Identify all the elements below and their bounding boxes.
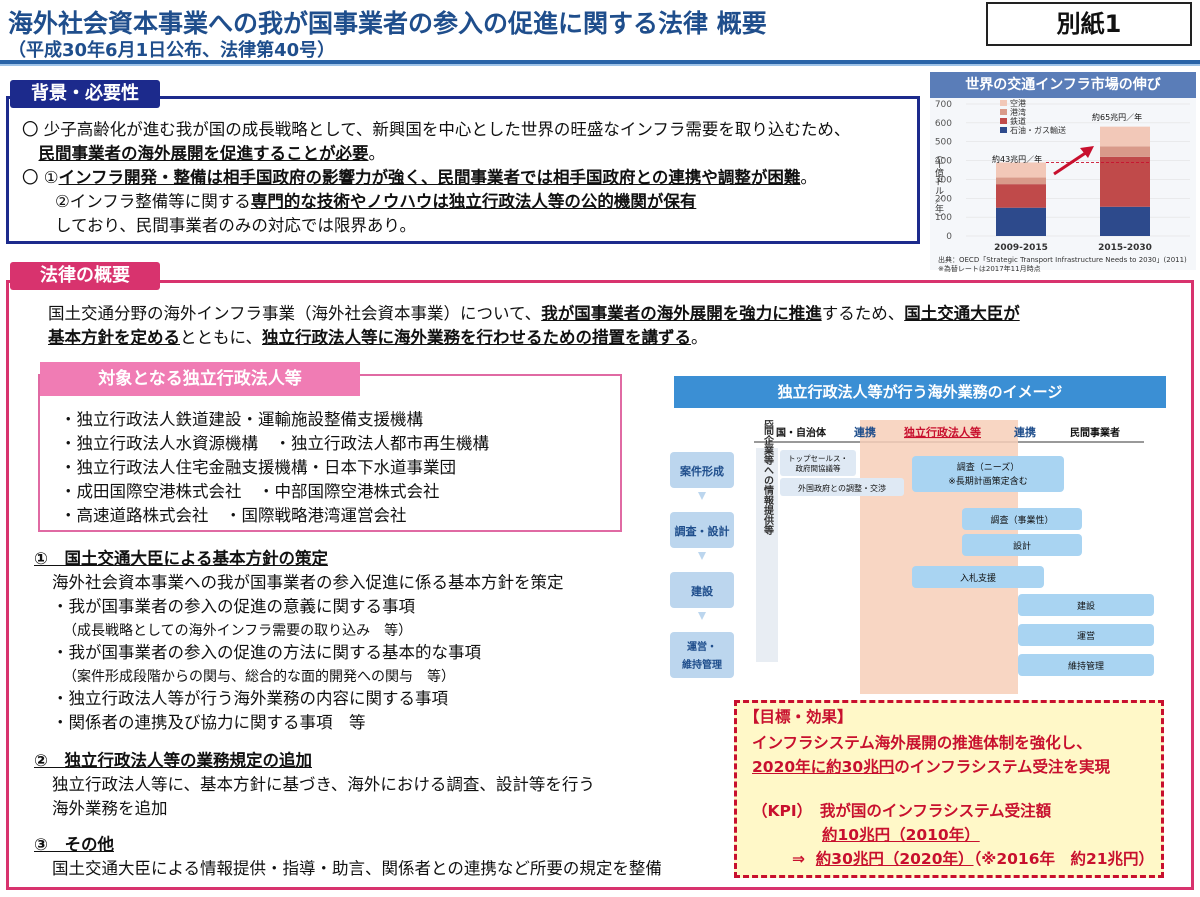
phase-operation: 運営・ 維持管理 (670, 632, 734, 678)
section-2-line: 海外業務を追加 (52, 799, 168, 818)
phase-arrow (698, 552, 706, 560)
section-1-line: ・我が国事業者の参入の促進の方法に関する基本的な事項 (52, 643, 481, 662)
task-maintenance: 維持管理 (1068, 660, 1104, 672)
task-operation: 運営 (1077, 630, 1095, 642)
y-axis-label: （十億ドル／年） (933, 150, 944, 222)
task-top-sales: 政府間協議等 (796, 463, 841, 473)
section-1-heading: ① 国土交通大臣による基本方針の策定 (34, 549, 328, 568)
page-title: 海外社会資本事業への我が国事業者の参入の促進に関する法律 概要 (8, 9, 767, 38)
phase-arrow (698, 612, 706, 620)
bar-segment (996, 177, 1046, 185)
phase-label: 案件形成 (679, 464, 724, 478)
phase-label: 運営・ (687, 640, 717, 653)
task-top-sales: トップセールス・ (788, 454, 848, 463)
bar-segment (1100, 156, 1150, 207)
x-tick-label: 2015-2030 (1098, 243, 1152, 253)
phase-label: 建設 (691, 584, 714, 598)
section-2-line: 独立行政法人等に、基本方針に基づき、海外における調査、設計等を行う (52, 775, 595, 794)
task-biz-survey: 調査（事業性） (990, 514, 1053, 526)
overseas-work-image-title: 独立行政法人等が行う海外業務のイメージ (674, 376, 1166, 408)
col-government: 国・自治体 (776, 426, 827, 439)
target-institutions-label: 対象となる独立行政法人等 (40, 362, 360, 396)
law-intro-line-2: 基本方針を定めるとともに、独立行政法人等に海外業務を行わせるための措置を講ずる。 (48, 328, 708, 347)
target-item: ・独立行政法人水資源機構 ・独立行政法人都市再生機構 (60, 434, 489, 453)
legend-swatch (1000, 100, 1007, 106)
bar-segment (996, 207, 1046, 236)
chart-title: 世界の交通インフラ市場の伸び (930, 72, 1196, 98)
law-intro-line-1: 国土交通分野の海外インフラ事業（海外社会資本事業）について、我が国事業者の海外展… (48, 304, 1020, 323)
section-3-heading: ③ その他 (34, 835, 114, 854)
chart-fx-note: ※為替レートは2017年11月時点 (938, 265, 1041, 273)
background-line-2: 民間事業者の海外展開を促進することが必要。 (38, 144, 386, 163)
col-private: 民間事業者 (1070, 426, 1120, 439)
goal-heading: 【目標・効果】 (744, 708, 853, 726)
legend-swatch (1000, 127, 1007, 133)
task-bid: 入札支援 (960, 572, 996, 584)
phase-construction: 建設 (670, 572, 734, 608)
phase-arrow (698, 492, 706, 500)
task-needs-survey: ※長期計画策定含む (948, 475, 1028, 487)
kpi-2020: ⇒ 約30兆円（2020年）（※2016年 約21兆円） (792, 850, 1155, 868)
target-item: ・独立行政法人鉄道建設・運輸施設整備支援機構 (60, 410, 423, 429)
phase-case-formation: 案件形成 (670, 452, 734, 488)
goal-line-2: 2020年に約30兆円のインフラシステム受注を実現 (752, 758, 1110, 776)
bar-segment (1100, 146, 1150, 157)
legend-label: 鉄道 (1010, 116, 1026, 126)
background-line-1: 〇 少子高齢化が進む我が国の成長戦略として、新興国を中心とした世界の旺盛なインフ… (22, 120, 851, 139)
phase-box (670, 632, 734, 678)
section-1-line: ・独立行政法人等が行う海外業務の内容に関する事項 (52, 689, 448, 708)
goal-line-1: インフラシステム海外展開の推進体制を強化し、 (752, 734, 1092, 752)
page-subtitle: （平成30年6月1日公布、法律第40号） (8, 40, 336, 61)
legend-label: 港湾 (1010, 107, 1026, 117)
background-line-4: ②インフラ整備等に関する専門的な技術やノウハウは独立行政法人等の公的機関が保有 (22, 192, 697, 211)
y-tick-label: 600 (935, 119, 952, 129)
x-tick-label: 2009-2015 (994, 243, 1048, 253)
task-construction: 建設 (1077, 600, 1095, 612)
header-rule-light (0, 64, 1200, 66)
chart-source: 出典：OECD「Strategic Transport Infrastructu… (938, 256, 1187, 264)
bar-segment (1100, 206, 1150, 236)
section-1-note: （案件形成段階からの関与、総合的な面的開発への関与 等） (56, 669, 455, 685)
bar-segment (996, 162, 1046, 178)
phase-label: 調査・設計 (675, 524, 730, 538)
section-1-line: ・関係者の連携及び協力に関する事項 等 (52, 713, 366, 732)
background-line-5: しており、民間事業者のみの対応では限界あり。 (22, 216, 417, 235)
target-item: ・成田国際空港株式会社 ・中部国際空港株式会社 (60, 482, 440, 501)
y-tick-label: 0 (946, 232, 952, 242)
phase-label: 維持管理 (682, 658, 722, 671)
bar-segment (1100, 126, 1150, 147)
background-label: 背景・必要性 (10, 80, 160, 108)
legend-swatch (1000, 118, 1007, 124)
col-link-left: 連携 (854, 425, 876, 439)
task-needs-survey: 調査（ニーズ） (957, 461, 1020, 473)
y-tick-label: 700 (935, 100, 952, 110)
kpi-2010: 約10兆円（2010年） (822, 826, 980, 844)
task-gov-coord: 外国政府との調整・交渉 (798, 483, 886, 493)
annotation-2030: 約65兆円／年 (1092, 112, 1142, 122)
legend-swatch (1000, 109, 1007, 115)
bar-segment (996, 184, 1046, 208)
target-item: ・高速道路株式会社 ・国際戦略港湾運営会社 (60, 506, 407, 525)
section-3-line: 国土交通大臣による情報提供・指導・助言、関係者との連携など所要の規定を整備 (52, 859, 662, 878)
col-link-right: 連携 (1014, 425, 1036, 439)
legend-label: 空港 (1010, 98, 1026, 108)
kpi-label: （KPI） 我が国のインフラシステム受注額 (752, 802, 1052, 820)
annotation-2009: 約43兆円／年 (992, 154, 1042, 164)
law-overview-label: 法律の概要 (10, 262, 160, 290)
market-chart: 0100200300400500600700（十億ドル／年）2009-2015 2… (933, 98, 1190, 253)
overseas-work-diagram: 国・自治体 連携 独立行政法人等 連携 民間事業者 案件形成 調査・設計 建設 … (670, 420, 1154, 694)
target-item: ・独立行政法人住宅金融支援機構・日本下水道事業団 (60, 458, 456, 477)
section-1-line: ・我が国事業者の参入の促進の意義に関する事項 (52, 597, 415, 616)
task-design: 設計 (1013, 540, 1031, 552)
legend-label: 石油・ガス輸送 (1010, 125, 1066, 135)
phase-survey-design: 調査・設計 (670, 512, 734, 548)
y-tick-label: 500 (935, 138, 952, 148)
background-line-3: 〇 ①インフラ開発・整備は相手国政府の影響力が強く、民間事業者では相手国政府との… (22, 168, 817, 187)
attachment-stamp: 別紙1 (986, 2, 1192, 46)
col-institutions: 独立行政法人等 (903, 425, 981, 439)
section-2-heading: ② 独立行政法人等の業務規定の追加 (34, 751, 312, 770)
section-1-line: 海外社会資本事業への我が国事業者の参入促進に係る基本方針を策定 (52, 573, 564, 592)
section-1-note: （成長戦略としての海外インフラ需要の取り込み 等） (56, 623, 413, 639)
